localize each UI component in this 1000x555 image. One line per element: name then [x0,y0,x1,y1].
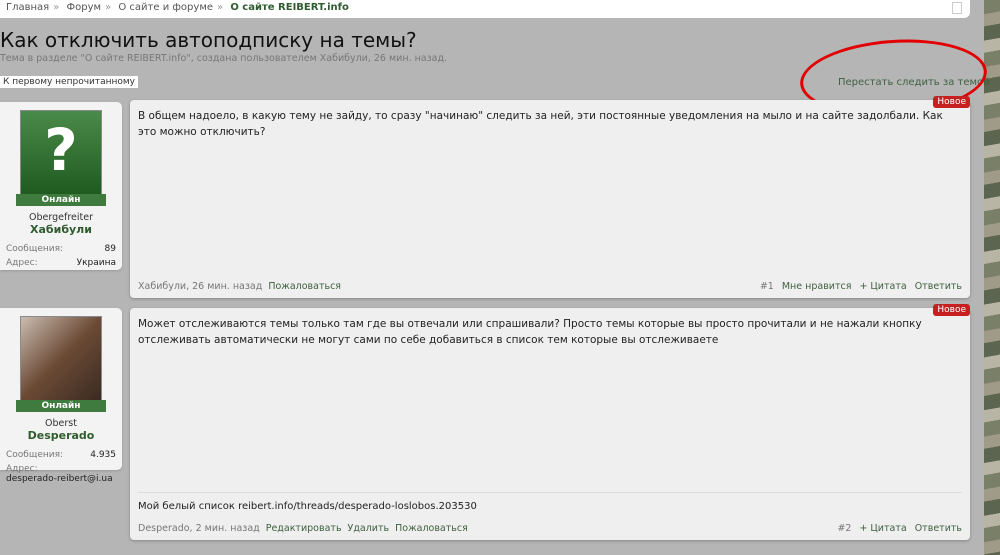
avatar-placeholder-icon[interactable]: ? [20,110,102,196]
page-icon [952,2,962,14]
online-badge: Онлайн [16,194,106,206]
breadcrumb-current[interactable]: О сайте REIBERT.info [230,2,349,13]
report-link[interactable]: Пожаловаться [268,281,341,292]
username[interactable]: Desperado [6,429,116,442]
quote-link[interactable]: + Цитата [859,523,906,534]
stat-value: 89 [104,244,116,254]
reply-link[interactable]: Ответить [915,281,962,292]
avatar-photo[interactable] [20,316,102,402]
page-title: Как отключить автоподписку на темы? [0,28,417,52]
stat-value: desperado-reibert@i.ua [6,474,113,484]
thread-info: Тема в разделе "О сайте REIBERT.info", с… [0,53,448,64]
report-link[interactable]: Пожаловаться [395,523,468,534]
like-link[interactable]: Мне нравится [782,281,852,292]
new-badge: Новое [933,304,970,316]
stat-value: Украина [76,258,116,268]
stat-label: Сообщения: [6,450,64,460]
post-text: В общем надоело, в какую тему не зайду, … [138,110,943,138]
new-badge: Новое [933,96,970,108]
breadcrumb-home[interactable]: Главная [6,2,49,13]
user-rank: Oberst [45,418,77,429]
post-text: Может отслеживаются темы только там где … [138,318,922,346]
breadcrumb-section[interactable]: О сайте и форуме [118,2,213,13]
quote-link[interactable]: + Цитата [859,281,906,292]
edit-link[interactable]: Редактировать [266,523,342,534]
stat-label: Адрес: [6,464,38,474]
breadcrumb-forum[interactable]: Форум [67,2,102,13]
online-badge: Онлайн [16,400,106,412]
post-number[interactable]: #1 [760,281,774,292]
username[interactable]: Хабибули [6,223,116,236]
first-unread-button[interactable]: К первому непрочитанному [0,76,139,88]
post-message: Новое Может отслеживаются темы только та… [130,304,970,540]
post-message: Новое В общем надоело, в какую тему не з… [130,96,970,298]
reply-link[interactable]: Ответить [915,523,962,534]
post-meta[interactable]: Хабибули, 26 мин. назад [138,281,262,292]
stat-label: Адрес: [6,258,38,268]
post-meta[interactable]: Desperado, 2 мин. назад [138,523,260,534]
post-number[interactable]: #2 [837,523,851,534]
user-card: Онлайн Oberst Desperado Сообщения: 4.935 … [0,308,122,484]
breadcrumb: Главная» Форум» О сайте и форуме» О сайт… [0,0,970,18]
user-rank: Obergefreiter [29,212,93,223]
user-card: ? Онлайн Obergefreiter Хабибули Сообщени… [0,102,122,270]
signature: Мой белый список reibert.info/threads/de… [138,492,962,512]
stat-value: 4.935 [90,450,116,460]
stat-label: Сообщения: [6,244,64,254]
delete-link[interactable]: Удалить [348,523,390,534]
